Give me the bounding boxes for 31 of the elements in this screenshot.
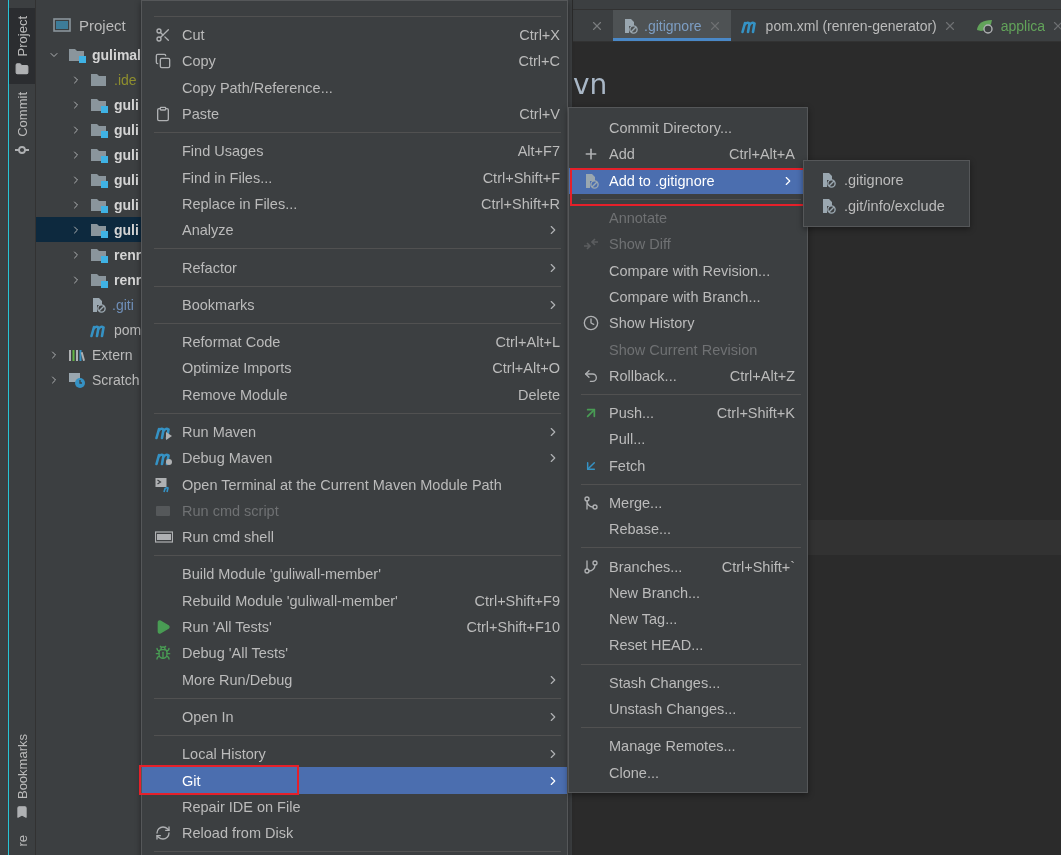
- panel-title: Project: [79, 16, 126, 34]
- shortcut-label: Ctrl+Alt+L: [495, 334, 560, 351]
- tree-label: renr: [114, 271, 142, 288]
- tree-label: guli: [114, 171, 139, 188]
- shortcut-label: Ctrl+C: [518, 53, 560, 70]
- shortcut-label: Ctrl+Alt+O: [492, 360, 560, 377]
- shortcut-label: Ctrl+Shift+R: [481, 195, 560, 212]
- shortcut-label: Ctrl+Shift+F: [482, 169, 560, 186]
- shortcut-label: Ctrl+Shift+F10: [466, 619, 560, 636]
- tree-label: .ide: [114, 71, 137, 88]
- tree-label: guli: [114, 96, 139, 113]
- shortcut-label: Alt+F7: [517, 143, 560, 160]
- shortcut-label: Ctrl+Shift+K: [716, 405, 795, 422]
- shortcut-label: Ctrl+Alt+Z: [729, 367, 795, 384]
- tree-label: renr: [114, 246, 142, 263]
- shortcut-label: Ctrl+Shift+`: [721, 558, 795, 575]
- tree-label: guli: [114, 221, 139, 238]
- tree-label: pom: [114, 321, 142, 338]
- tree-label: guli: [114, 146, 139, 163]
- tree-label: .giti: [112, 296, 134, 313]
- shortcut-label: Ctrl+Alt+A: [728, 146, 795, 163]
- tree-label: guli: [114, 121, 139, 138]
- tree-label: Extern: [92, 346, 133, 363]
- shortcut-label: Ctrl+Shift+F9: [474, 592, 560, 609]
- tree-label: Scratch: [92, 371, 140, 388]
- tree-label: guli: [114, 196, 139, 213]
- shortcut-label: Ctrl+V: [519, 106, 560, 123]
- shortcut-label: Ctrl+X: [519, 27, 560, 44]
- editor-text: vn: [573, 68, 609, 102]
- tree-label: gulimal: [92, 46, 141, 63]
- shortcut-label: Delete: [518, 386, 560, 403]
